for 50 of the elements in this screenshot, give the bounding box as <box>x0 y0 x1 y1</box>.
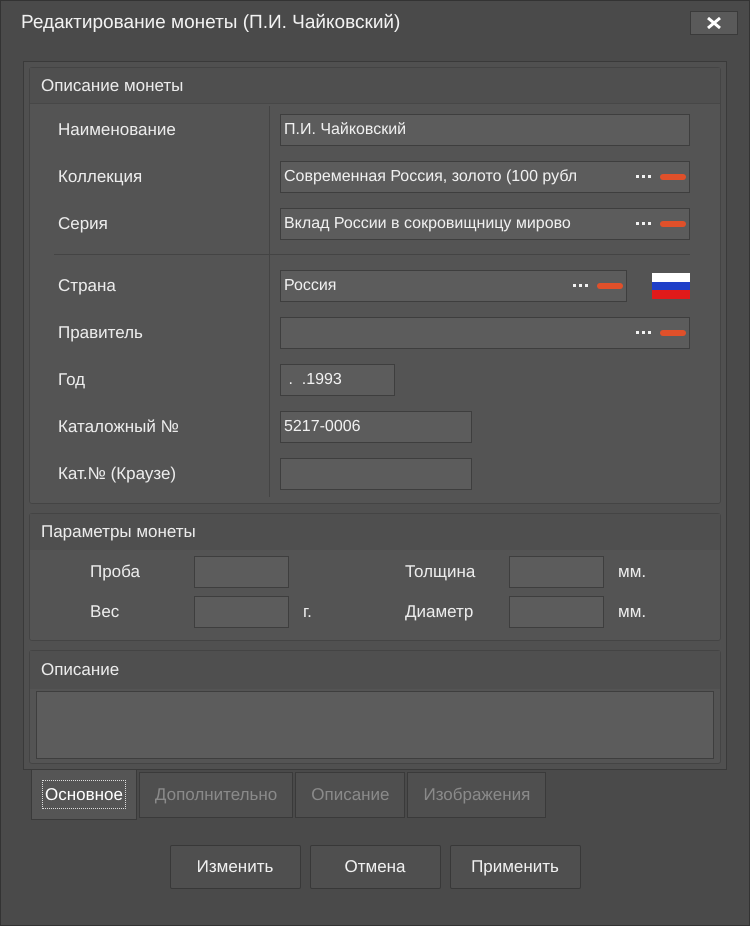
flag-icon <box>652 272 690 298</box>
minus-icon[interactable] <box>660 174 686 180</box>
group-title: Параметры монеты <box>41 521 196 544</box>
text-field[interactable]: 5217-0006 <box>280 410 472 442</box>
lookup-field[interactable]: Россия <box>280 270 627 302</box>
minus-icon[interactable] <box>660 330 686 336</box>
minus-icon[interactable] <box>597 282 623 288</box>
field-label: Год <box>58 368 86 391</box>
ellipsis-icon[interactable] <box>636 330 652 334</box>
field-value: Вклад России в сокровищницу мирово <box>284 214 571 234</box>
window-title: Редактирование монеты (П.И. Чайковский) <box>21 10 400 35</box>
field-label: Толщина <box>405 561 476 584</box>
field-label: Диаметр <box>405 601 474 624</box>
dialog-button[interactable]: Применить <box>450 845 580 889</box>
close-button[interactable] <box>690 11 738 35</box>
field-value: Россия <box>284 276 336 296</box>
field-label: Кат.№ (Краузе) <box>58 462 176 485</box>
field-label: Правитель <box>58 322 143 344</box>
unit-label: г. <box>303 601 312 624</box>
number-field[interactable] <box>509 556 604 588</box>
ellipsis-icon[interactable] <box>573 284 589 288</box>
field-value: Современная Россия, золото (100 рубл <box>284 166 578 186</box>
group-title: Описание <box>41 659 120 682</box>
field-label: Проба <box>90 561 141 584</box>
unit-label: мм. <box>618 601 646 624</box>
field-label: Каталожный № <box>58 416 179 438</box>
lookup-field[interactable] <box>280 316 690 348</box>
tab[interactable]: Основное <box>31 770 137 820</box>
number-field[interactable] <box>194 596 289 628</box>
ellipsis-icon[interactable] <box>636 222 652 226</box>
field-label: Страна <box>58 274 116 297</box>
number-field[interactable] <box>509 596 604 628</box>
date-field[interactable]: . .1993 <box>280 364 395 396</box>
unit-label: мм. <box>618 561 646 584</box>
group-title: Описание монеты <box>41 74 184 97</box>
lookup-field[interactable]: Современная Россия, золото (100 рубл <box>280 160 690 192</box>
number-field[interactable] <box>194 556 289 588</box>
field-label: Вес <box>90 601 120 624</box>
ellipsis-icon[interactable] <box>636 174 652 178</box>
lookup-field[interactable]: Вклад России в сокровищницу мирово <box>280 208 690 240</box>
minus-icon[interactable] <box>660 220 686 226</box>
dialog-button[interactable]: Изменить <box>170 845 300 889</box>
dialog-button[interactable]: Отмена <box>310 845 440 889</box>
text-field[interactable]: П.И. Чайковский <box>280 114 690 146</box>
description-textarea[interactable] <box>36 691 714 759</box>
field-label: Наименование <box>58 118 176 141</box>
close-icon <box>707 17 721 29</box>
field-label: Серия <box>58 212 108 235</box>
field-label: Коллекция <box>58 166 142 188</box>
text-field[interactable] <box>280 458 472 490</box>
